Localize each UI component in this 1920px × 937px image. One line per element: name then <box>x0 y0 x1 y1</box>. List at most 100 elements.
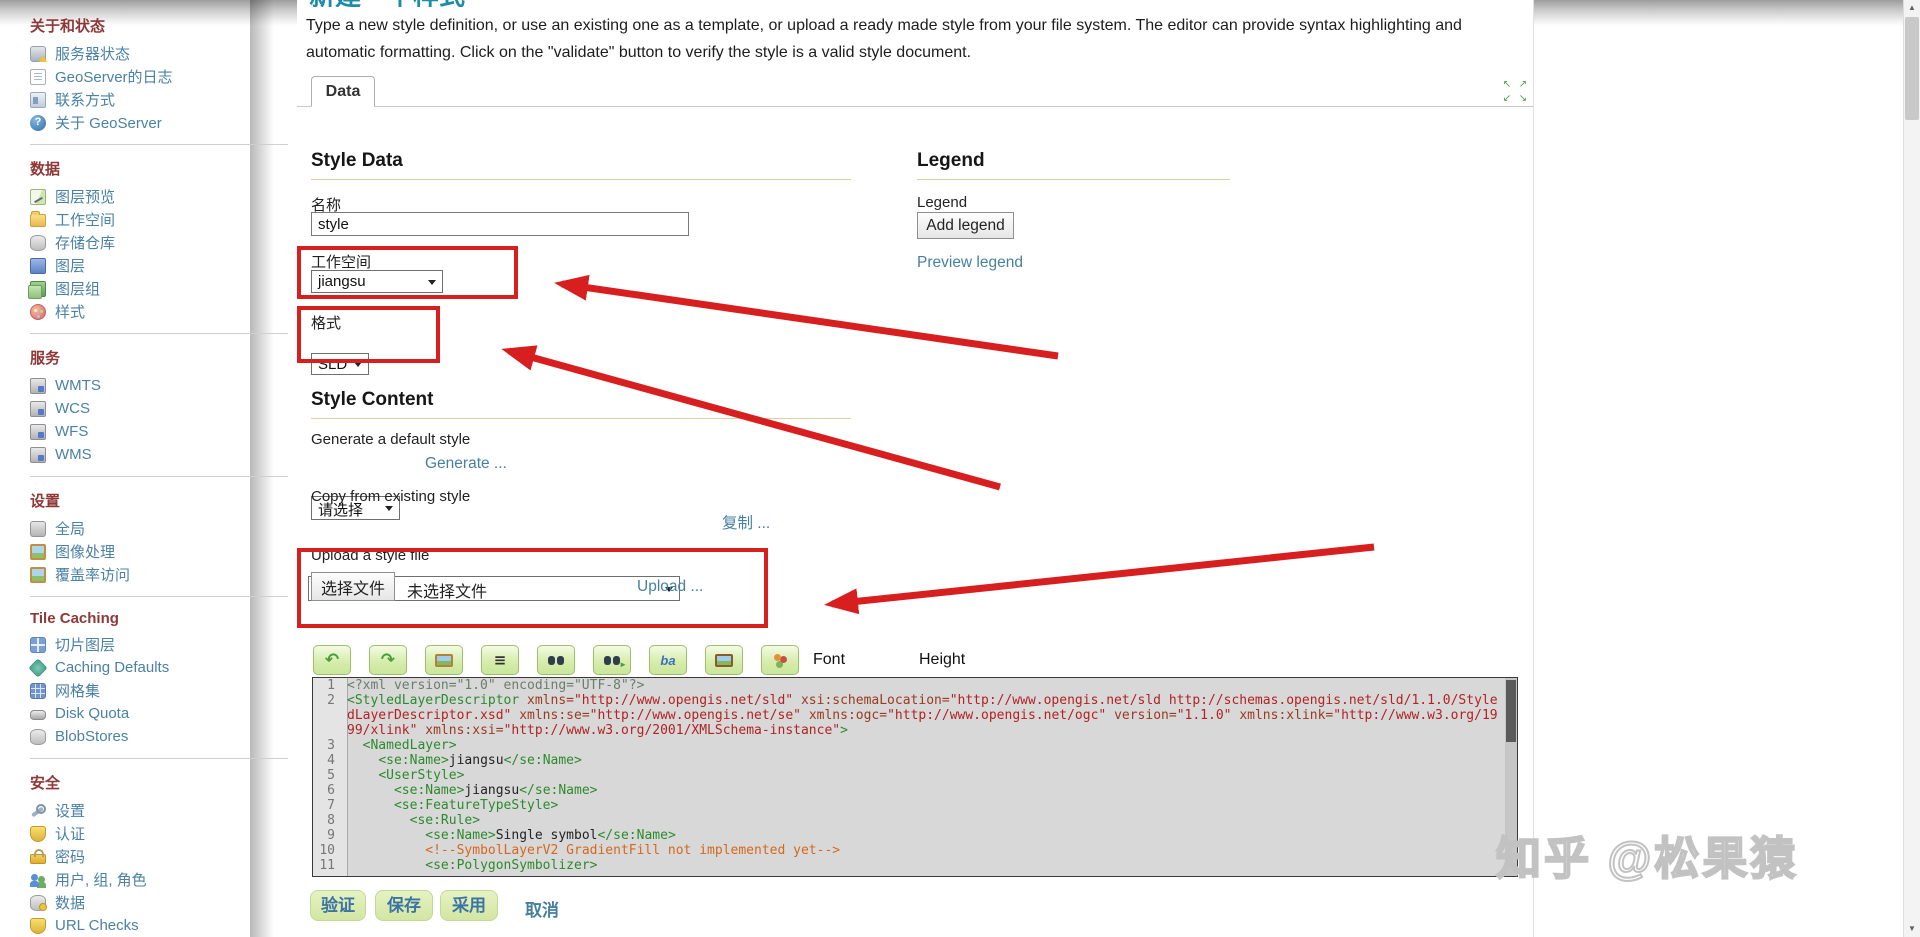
sidebar-item-security-settings[interactable]: 设置 <box>30 799 288 822</box>
layers-icon <box>30 257 46 274</box>
code-line: 5 <UserStyle> <box>313 768 1517 783</box>
redo-button[interactable]: ↷ <box>369 645 407 675</box>
sidebar-item-label: 样式 <box>55 304 86 321</box>
sidebar-item-label: 覆盖率访问 <box>55 567 131 584</box>
sidebar-item-image-processing[interactable]: 图像处理 <box>30 540 288 563</box>
find-icon <box>548 655 564 665</box>
change-case-button[interactable]: ba <box>649 645 687 675</box>
cancel-link[interactable]: 取消 <box>525 896 559 921</box>
legend-underline <box>917 179 1230 180</box>
sidebar-section-title: 服务 <box>30 350 61 367</box>
style-name-input[interactable] <box>311 212 689 236</box>
preview-image-button[interactable] <box>425 645 463 675</box>
add-legend-button[interactable]: Add legend <box>917 212 1014 239</box>
sidebar-item-server-status[interactable]: 服务器状态 <box>30 42 288 65</box>
sidebar-item-wcs[interactable]: WCS <box>30 397 288 420</box>
generate-link[interactable]: Generate ... <box>425 455 507 473</box>
sidebar-item-label: 设置 <box>55 803 86 820</box>
sidebar-item-wmts[interactable]: WMTS <box>30 374 288 397</box>
preview-legend-link[interactable]: Preview legend <box>917 254 1023 272</box>
code-text: <se:PolygonSymbolizer> <box>425 858 598 873</box>
code-line: 7 <se:FeatureTypeStyle> <box>313 798 1517 813</box>
layer-groups-icon <box>28 280 46 299</box>
sidebar-item-tile-layers[interactable]: 切片图层 <box>30 633 288 656</box>
line-number: 10 <box>319 843 335 858</box>
sidebar-item-label: 存储仓库 <box>55 235 116 252</box>
picture-icon <box>715 653 733 667</box>
line-number: 9 <box>327 828 335 843</box>
editor-scrollbar-thumb[interactable] <box>1506 680 1516 742</box>
choose-file-button[interactable]: 选择文件 <box>311 572 395 601</box>
find-next-icon <box>604 655 627 669</box>
undo-button[interactable]: ↶ <box>313 645 351 675</box>
code-text: <?xml version="1.0" encoding="UTF-8"?> <box>347 678 645 693</box>
line-number: 4 <box>327 753 335 768</box>
style-code-editor[interactable]: 1 <?xml version="1.0" encoding="UTF-8"?> 2… <box>312 677 1518 877</box>
upload-link[interactable]: Upload ... <box>637 578 703 596</box>
copy-link[interactable]: 复制 ... <box>722 511 770 533</box>
sidebar-item-logs[interactable]: GeoServer的日志 <box>30 65 288 88</box>
palette-button[interactable] <box>761 645 799 675</box>
code-line: 10 <!--SymbolLayerV2 GradientFill not im… <box>313 843 1517 858</box>
apply-button[interactable]: 采用 <box>440 890 498 921</box>
code-line: 8 <se:Rule> <box>313 813 1517 828</box>
sidebar-item-passwords[interactable]: 密码 <box>30 845 288 868</box>
sidebar-separator <box>30 144 288 145</box>
sidebar-item-label: WCS <box>55 400 90 417</box>
picture-button[interactable] <box>705 645 743 675</box>
sidebar-section-title: 设置 <box>30 493 61 510</box>
contact-icon <box>30 91 46 108</box>
wmts-icon <box>30 377 46 394</box>
workspace-select[interactable]: jiangsu <box>311 270 443 293</box>
sidebar-item-blobstores[interactable]: BlobStores <box>30 725 288 748</box>
line-number: 8 <box>327 813 335 828</box>
sidebar-item-contact[interactable]: 联系方式 <box>30 88 288 111</box>
about-icon <box>30 114 46 131</box>
logs-icon <box>30 68 46 85</box>
tab-data[interactable]: Data <box>311 76 375 107</box>
sidebar-item-gridsets[interactable]: 网格集 <box>30 679 288 702</box>
sidebar-item-stores[interactable]: 存储仓库 <box>30 231 288 254</box>
sidebar-item-caching-defaults[interactable]: Caching Defaults <box>28 656 288 679</box>
format-select[interactable]: SLD <box>311 353 369 375</box>
find-next-button[interactable] <box>593 645 631 675</box>
find-button[interactable] <box>537 645 575 675</box>
sidebar-item-wfs[interactable]: WFS <box>30 420 288 443</box>
sidebar-item-global[interactable]: 全局 <box>30 517 288 540</box>
sidebar-item-workspaces[interactable]: 工作空间 <box>30 208 288 231</box>
maximize-editor-icon[interactable]: ↖ ↗ ↙ ↘ <box>1501 79 1531 105</box>
sidebar-item-label: WMTS <box>55 377 101 394</box>
change-case-icon: ba <box>660 652 676 668</box>
editor-scrollbar[interactable] <box>1505 678 1517 876</box>
style-content-heading: Style Content <box>311 389 434 410</box>
save-button[interactable]: 保存 <box>375 890 433 921</box>
line-number: 2 <box>327 693 335 708</box>
sidebar-item-styles[interactable]: 样式 <box>30 300 288 323</box>
sidebar-item-users-groups-roles[interactable]: 用户, 组, 角色 <box>30 868 288 891</box>
line-number: 5 <box>327 768 335 783</box>
sidebar-item-layers[interactable]: 图层 <box>30 254 288 277</box>
reformat-icon: ≡ <box>493 651 507 669</box>
tab-bar-divider <box>297 106 1533 107</box>
scroll-down-arrow[interactable]: ▼ <box>1904 921 1920 937</box>
sidebar-item-auth[interactable]: 认证 <box>30 822 288 845</box>
gridsets-icon <box>30 682 46 699</box>
sidebar-item-label: 用户, 组, 角色 <box>55 872 147 889</box>
sidebar-item-disk-quota[interactable]: Disk Quota <box>30 702 288 725</box>
sidebar-item-data-security[interactable]: 数据 <box>30 891 288 914</box>
window-scrollbar-thumb[interactable] <box>1905 17 1919 120</box>
workspace-label: 工作空间 <box>311 254 372 271</box>
validate-button[interactable]: 验证 <box>310 890 366 921</box>
reformat-button[interactable]: ≡ <box>481 645 519 675</box>
sidebar-item-about[interactable]: 关于 GeoServer <box>30 111 288 134</box>
sidebar-item-coverage-access[interactable]: 覆盖率访问 <box>30 563 288 586</box>
sidebar-item-layer-preview[interactable]: 图层预览 <box>30 185 288 208</box>
style-content-underline <box>311 418 851 419</box>
sidebar-item-url-checks[interactable]: URL Checks <box>30 914 288 937</box>
sidebar-item-layer-groups[interactable]: 图层组 <box>28 277 288 300</box>
window-scrollbar[interactable]: ▲ ▼ <box>1903 0 1920 937</box>
geoserver-new-style-page: 关于和状态服务器状态 GeoServer的日志联系方式关于 GeoServer 数据… <box>0 0 1920 937</box>
scroll-up-arrow[interactable]: ▲ <box>1904 0 1920 16</box>
legend-heading: Legend <box>917 150 985 171</box>
sidebar-item-wms[interactable]: WMS <box>30 443 288 466</box>
